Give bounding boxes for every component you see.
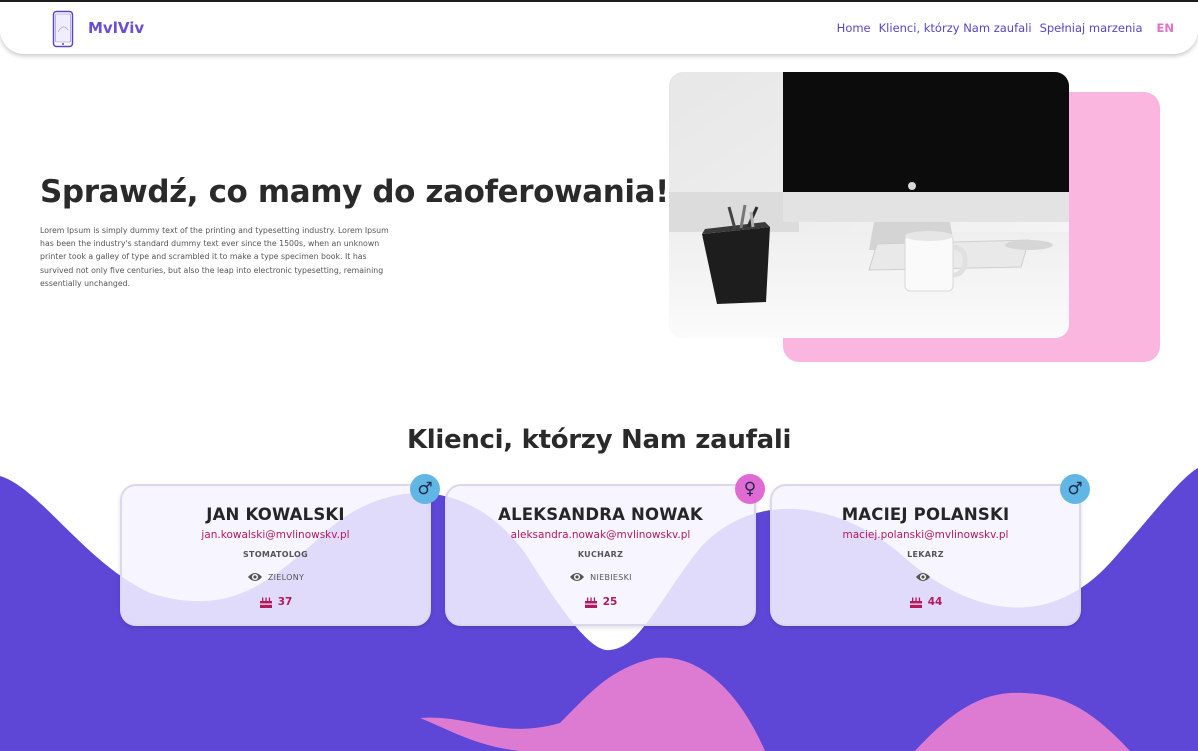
- client-eye-color: [772, 571, 1079, 583]
- client-card[interactable]: ♀ ALEKSANDRA NOWAK aleksandra.nowak@mvli…: [445, 474, 765, 626]
- hero-description: Lorem Ipsum is simply dummy text of the …: [40, 226, 389, 288]
- navbar: MvlViv Home Klienci, którzy Nam zaufali …: [0, 2, 1198, 54]
- hero-photo: [669, 72, 1069, 338]
- birthday-cake-icon: [584, 597, 597, 608]
- clients-section-title: Klienci, którzy Nam zaufali: [406, 425, 792, 455]
- main-nav: Home Klienci, którzy Nam zaufali Spełnia…: [829, 21, 1174, 35]
- client-profession: STOMATOLOG: [243, 550, 308, 559]
- client-age: 44: [772, 595, 1079, 609]
- eye-icon: [916, 573, 930, 581]
- hero-title: Sprawdź, co mamy do zaoferowania!: [40, 174, 669, 210]
- nav-dreams[interactable]: Spełniaj marzenia: [1040, 21, 1143, 35]
- client-email[interactable]: maciej.polanski@mvlinowskv.pl: [772, 529, 1079, 541]
- female-symbol-icon: ♀: [735, 474, 765, 504]
- age-value: 37: [277, 596, 293, 608]
- client-name: ALEKSANDRA NOWAK: [498, 505, 703, 524]
- client-email[interactable]: aleksandra.nowak@mvlinowskv.pl: [447, 529, 754, 541]
- phone-logo-icon[interactable]: [52, 10, 74, 48]
- client-age: 25: [447, 595, 754, 609]
- client-card[interactable]: ♂ JAN KOWALSKI jan.kowalski@mvlinowskv.p…: [120, 474, 440, 626]
- age-value: 44: [927, 596, 943, 608]
- eye-icon: [247, 573, 262, 581]
- client-name: JAN KOWALSKI: [206, 505, 345, 524]
- nav-home[interactable]: Home: [837, 21, 871, 35]
- client-profession: KUCHARZ: [577, 550, 624, 559]
- eye-color-value: NIEBIESKI: [590, 572, 632, 582]
- male-symbol-icon: ♂: [1060, 474, 1090, 504]
- birthday-cake-icon: [259, 597, 272, 608]
- birthday-cake-icon: [909, 597, 922, 608]
- nav-clients[interactable]: Klienci, którzy Nam zaufali: [879, 21, 1032, 35]
- client-name: MACIEJ POLANSKI: [841, 505, 1010, 524]
- brand-name[interactable]: MvlViv: [88, 19, 144, 37]
- age-value: 25: [602, 596, 618, 608]
- client-card[interactable]: ♂ MACIEJ POLANSKI maciej.polanski@mvlino…: [770, 474, 1090, 626]
- client-eye-color: ZIELONY: [122, 571, 429, 583]
- language-switch[interactable]: EN: [1157, 21, 1174, 35]
- male-symbol-icon: ♂: [410, 474, 440, 504]
- eye-icon: [570, 573, 585, 581]
- client-eye-color: NIEBIESKI: [447, 571, 754, 583]
- client-age: 37: [122, 595, 429, 609]
- client-email[interactable]: jan.kowalski@mvlinowskv.pl: [122, 529, 429, 541]
- client-profession: LEKARZ: [907, 550, 944, 559]
- eye-color-value: ZIELONY: [267, 572, 305, 582]
